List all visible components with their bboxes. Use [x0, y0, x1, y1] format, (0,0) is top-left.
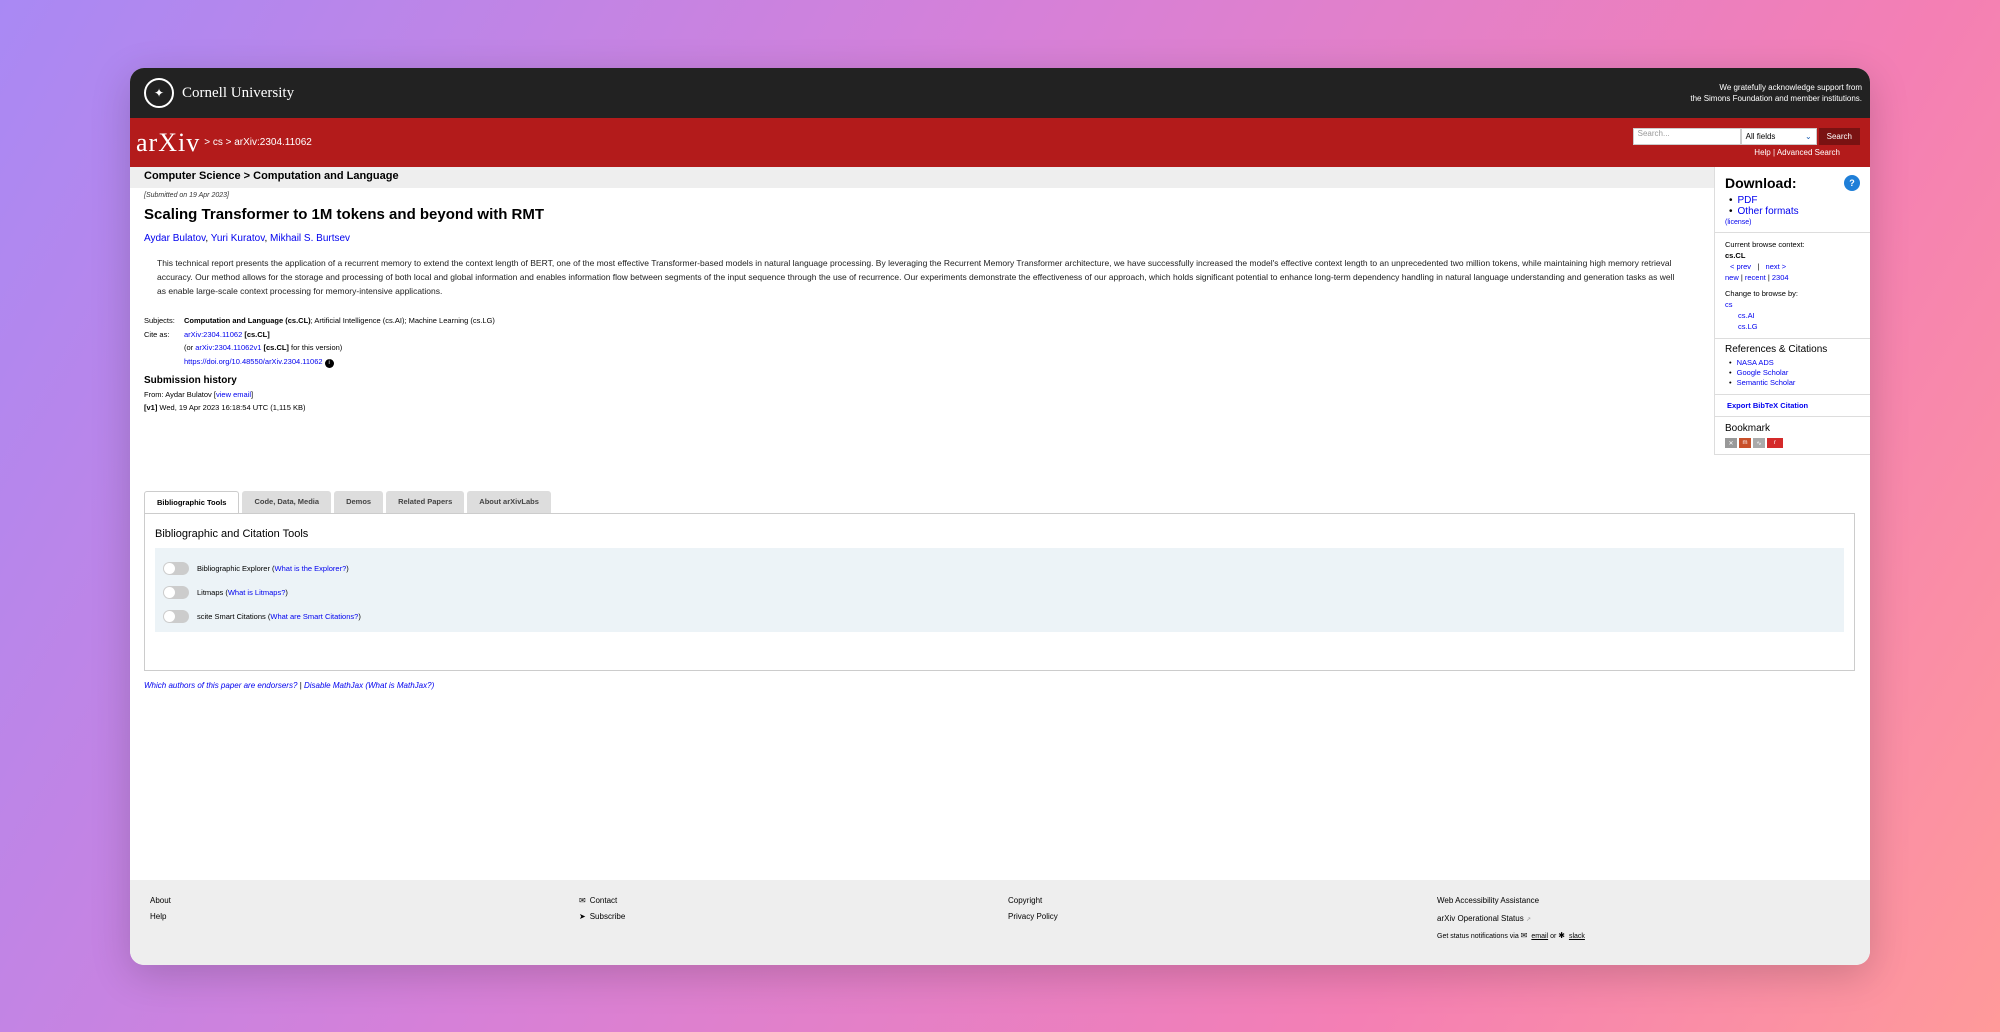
search-button[interactable]: Search: [1818, 128, 1860, 145]
footer-privacy-link[interactable]: Privacy Policy: [1008, 909, 1437, 925]
submission-history: From: Aydar Bulatov [view email] [v1] We…: [144, 390, 306, 412]
arxiv-header: arXiv > cs > arXiv:2304.11062 Search... …: [130, 118, 1870, 167]
disable-mathjax-link[interactable]: Disable MathJax: [304, 681, 363, 690]
footer-contact-link[interactable]: Contact: [590, 896, 618, 905]
citeulike-icon[interactable]: ∿: [1753, 438, 1765, 448]
tab-panel: Bibliographic and Citation Tools Bibliog…: [144, 513, 1855, 671]
tool-row-litmaps: Litmaps (What is Litmaps?): [163, 580, 1836, 604]
export-bibtex-link[interactable]: Export BibTeX Citation: [1727, 401, 1808, 410]
help-bubble-icon[interactable]: ?: [1844, 175, 1860, 191]
submitted-date: [Submitted on 19 Apr 2023]: [144, 192, 229, 199]
browse-cs-lg[interactable]: cs.LG: [1725, 321, 1860, 332]
references-title: References & Citations: [1725, 344, 1828, 355]
tab-demos[interactable]: Demos: [334, 491, 384, 513]
browse-cs-ai[interactable]: cs.AI: [1725, 310, 1860, 321]
arxiv-logo[interactable]: arXiv: [136, 128, 200, 158]
subject-header: Computer Science > Computation and Langu…: [130, 167, 1714, 188]
download-title: Download:: [1725, 175, 1797, 191]
external-link-icon: ↗: [1525, 917, 1531, 923]
doi-link[interactable]: https://doi.org/10.48550/arXiv.2304.1106…: [184, 357, 323, 366]
paper-plane-icon: ➤: [579, 912, 586, 921]
tool-row-explorer: Bibliographic Explorer (What is the Expl…: [163, 556, 1836, 580]
help-link[interactable]: Help: [1754, 148, 1770, 157]
tab-related-papers[interactable]: Related Papers: [386, 491, 465, 513]
tool-row-scite: scite Smart Citations (What are Smart Ci…: [163, 604, 1836, 628]
cite-link[interactable]: arXiv:2304.11062: [184, 330, 242, 339]
abstract: This technical report presents the appli…: [157, 258, 1675, 296]
sidebar: Download: ? • PDF • Other formats (license…: [1714, 167, 1870, 455]
support-acknowledgement: We gratefully acknowledge support from t…: [1690, 83, 1862, 103]
reddit-icon[interactable]: r: [1767, 438, 1783, 448]
cornell-logo[interactable]: ✦ Cornell University: [144, 78, 294, 108]
semantic-scholar-link[interactable]: Semantic Scholar: [1737, 378, 1796, 388]
new-link[interactable]: new: [1725, 273, 1739, 282]
footer-accessibility-link[interactable]: Web Accessibility Assistance: [1437, 893, 1817, 909]
browser-window: ✦ Cornell University We gratefully ackno…: [130, 68, 1870, 965]
chevron-down-icon: ⌄: [1804, 132, 1812, 141]
license-link[interactable]: (license): [1725, 219, 1860, 226]
envelope-icon: ✉: [1520, 931, 1528, 940]
nasa-ads-link[interactable]: NASA ADS: [1737, 358, 1774, 368]
tab-code-data-media[interactable]: Code, Data, Media: [242, 491, 332, 513]
tab-about-arxivlabs[interactable]: About arXivLabs: [467, 491, 551, 513]
slack-icon: ✱: [1558, 931, 1565, 940]
pdf-link[interactable]: PDF: [1738, 195, 1758, 206]
author-link[interactable]: Yuri Kuratov: [211, 233, 265, 244]
search-field-select[interactable]: All fields ⌄: [1740, 128, 1817, 145]
what-is-explorer-link[interactable]: What is the Explorer?: [275, 564, 347, 573]
tools-title: Bibliographic and Citation Tools: [155, 528, 309, 540]
footer-status-link[interactable]: arXiv Operational Status: [1437, 914, 1524, 923]
explorer-toggle[interactable]: [163, 561, 189, 575]
cornell-seal-icon: ✦: [144, 78, 174, 108]
breadcrumb[interactable]: > cs > arXiv:2304.11062: [204, 137, 312, 148]
date-link[interactable]: 2304: [1772, 273, 1789, 282]
footer-copyright-link[interactable]: Copyright: [1008, 893, 1437, 909]
next-link[interactable]: next >: [1766, 262, 1787, 271]
footer-subscribe-link[interactable]: Subscribe: [590, 912, 626, 921]
authors: Aydar Bulatov, Yuri Kuratov, Mikhail S. …: [144, 233, 351, 244]
info-icon[interactable]: i: [324, 358, 334, 368]
endorsers-link[interactable]: Which authors of this paper are endorser…: [144, 681, 297, 690]
search-input[interactable]: Search...: [1632, 128, 1741, 145]
advanced-search-link[interactable]: Advanced Search: [1777, 148, 1840, 157]
browse-cs[interactable]: cs: [1725, 299, 1860, 310]
other-formats-link[interactable]: Other formats: [1738, 206, 1799, 217]
tab-bibliographic-tools[interactable]: Bibliographic Tools: [144, 491, 240, 513]
what-are-smart-citations-link[interactable]: What are Smart Citations?: [270, 612, 358, 621]
mendeley-icon[interactable]: m: [1739, 438, 1751, 448]
bookmark-title: Bookmark: [1725, 423, 1771, 434]
endorsers-line: Which authors of this paper are endorser…: [144, 681, 435, 690]
google-scholar-link[interactable]: Google Scholar: [1737, 368, 1789, 378]
view-email-link[interactable]: view email: [216, 390, 251, 399]
prev-link[interactable]: < prev: [1730, 262, 1751, 271]
bibsonomy-icon[interactable]: ✕: [1725, 438, 1737, 448]
cite-version-link[interactable]: arXiv:2304.11062v1: [195, 343, 261, 352]
metadata-table: Subjects: Computation and Language (cs.C…: [144, 316, 495, 368]
article: [Submitted on 19 Apr 2023] Scaling Trans…: [130, 188, 1714, 414]
footer-slack-link[interactable]: slack: [1569, 933, 1585, 940]
footer-help-link[interactable]: Help: [150, 909, 579, 925]
litmaps-toggle[interactable]: [163, 585, 189, 599]
paper-title: Scaling Transformer to 1M tokens and bey…: [144, 206, 545, 223]
author-link[interactable]: Aydar Bulatov: [144, 233, 205, 244]
what-is-mathjax-link[interactable]: (What is MathJax?): [365, 681, 434, 690]
footer: About Help ✉ Contact ➤ Subscribe Copyright…: [130, 880, 1870, 965]
arxivlabs-tabs-section: Bibliographic Tools Code, Data, Media De…: [144, 491, 1855, 671]
footer-email-link[interactable]: email: [1531, 933, 1548, 940]
scite-toggle[interactable]: [163, 609, 189, 623]
cornell-bar: ✦ Cornell University We gratefully ackno…: [130, 68, 1870, 118]
envelope-icon: ✉: [579, 896, 586, 905]
footer-about-link[interactable]: About: [150, 893, 579, 909]
what-is-litmaps-link[interactable]: What is Litmaps?: [228, 588, 286, 597]
cornell-name: Cornell University: [182, 84, 295, 101]
submission-history-title: Submission history: [144, 375, 237, 386]
recent-link[interactable]: recent: [1745, 273, 1766, 282]
author-link[interactable]: Mikhail S. Burtsev: [270, 233, 350, 244]
